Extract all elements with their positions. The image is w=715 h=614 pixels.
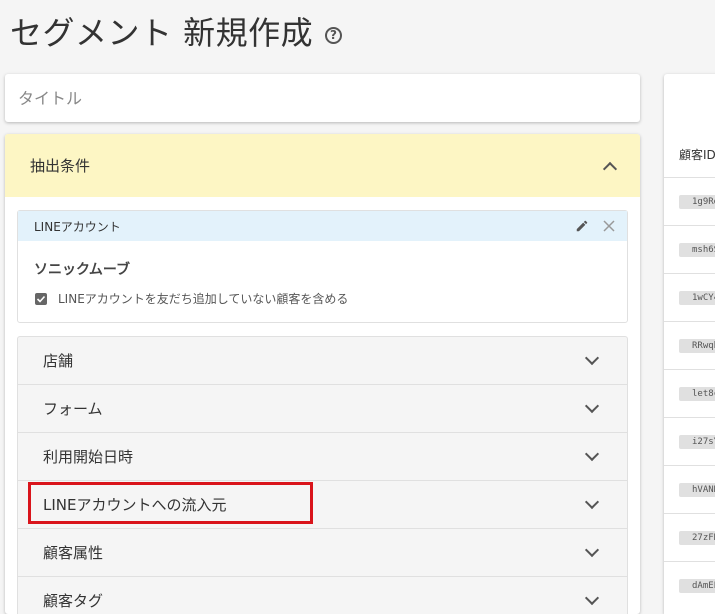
condition-item-start-date[interactable]: 利用開始日時 — [18, 433, 627, 481]
customer-preview-panel: 顧客ID 1g9ReM msh6Sz 1wCY4Y RRwqh5 let8ct … — [664, 74, 715, 614]
customer-id-chip: dAmEL3 — [679, 579, 715, 593]
title-input-card — [5, 74, 640, 122]
table-row: RRwqh5 — [664, 321, 715, 369]
condition-accordion-list: 店舗 フォーム 利用開始日時 LINEアカウントへの流入元 顧客属性 顧客タグ — [17, 336, 628, 614]
customer-id-chip: hVANDM — [679, 483, 715, 497]
help-icon[interactable]: ? — [325, 26, 343, 44]
include-non-friends-row: LINEアカウントを友だち追加していない顧客を含める — [35, 290, 348, 307]
include-non-friends-label: LINEアカウントを友だち追加していない顧客を含める — [58, 292, 349, 306]
page-title: セグメント 新規作成 ? — [10, 8, 343, 54]
condition-item-label: 顧客属性 — [43, 544, 104, 562]
pencil-icon[interactable] — [575, 219, 589, 233]
condition-item-tags[interactable]: 顧客タグ — [18, 577, 627, 614]
customer-id-chip: 27zFNg — [679, 531, 715, 545]
table-row: hVANDM — [664, 465, 715, 513]
line-account-card-header: LINEアカウント — [18, 211, 627, 241]
conditions-header[interactable]: 抽出条件 — [5, 134, 640, 197]
include-non-friends-checkbox[interactable] — [35, 292, 47, 305]
condition-item-label: LINEアカウントへの流入元 — [43, 496, 227, 514]
chevron-down-icon[interactable] — [584, 590, 600, 606]
line-account-label: LINEアカウント — [34, 219, 121, 234]
customer-id-chip: let8ct — [679, 387, 715, 401]
customer-id-chip: RRwqh5 — [679, 339, 715, 353]
table-row: dAmEL3 — [664, 561, 715, 609]
condition-item-inflow-source[interactable]: LINEアカウントへの流入元 — [18, 481, 627, 529]
title-input[interactable] — [5, 74, 640, 122]
table-row: 1g9ReM — [664, 177, 715, 225]
line-account-card: LINEアカウント ソニックムーブ LINEアカウントを友だち追加していない顧客… — [17, 210, 628, 323]
condition-item-attributes[interactable]: 顧客属性 — [18, 529, 627, 577]
condition-item-label: 利用開始日時 — [43, 448, 134, 466]
page-title-text: セグメント 新規作成 — [10, 14, 314, 52]
chevron-down-icon[interactable] — [584, 398, 600, 414]
table-row: msh6Sz — [664, 225, 715, 273]
customer-id-chip: i27sYz — [679, 435, 715, 449]
customer-id-chip: 1wCY4Y — [679, 291, 715, 305]
line-account-name: ソニックムーブ — [34, 262, 131, 278]
condition-item-label: フォーム — [43, 400, 103, 418]
chevron-down-icon[interactable] — [584, 542, 600, 558]
condition-item-store[interactable]: 店舗 — [18, 337, 627, 385]
chevron-down-icon[interactable] — [584, 446, 600, 462]
condition-item-label: 顧客タグ — [43, 592, 104, 610]
chevron-down-icon[interactable] — [584, 350, 600, 366]
table-row: 27zFNg — [664, 513, 715, 561]
table-row: i27sYz — [664, 417, 715, 465]
condition-item-form[interactable]: フォーム — [18, 385, 627, 433]
customer-id-chip: msh6Sz — [679, 243, 715, 257]
customer-id-chip: 1g9ReM — [679, 195, 715, 209]
table-row: let8ct — [664, 369, 715, 417]
customer-id-column-header: 顧客ID — [679, 148, 715, 162]
table-row: 1wCY4Y — [664, 273, 715, 321]
chevron-down-icon[interactable] — [584, 494, 600, 510]
chevron-up-icon[interactable] — [602, 161, 618, 176]
close-icon[interactable] — [603, 220, 615, 232]
conditions-panel: 抽出条件 LINEアカウント ソニックムーブ LINEアカウントを友だち追加して… — [5, 134, 640, 614]
conditions-header-label: 抽出条件 — [30, 157, 91, 175]
condition-item-label: 店舗 — [43, 352, 74, 370]
